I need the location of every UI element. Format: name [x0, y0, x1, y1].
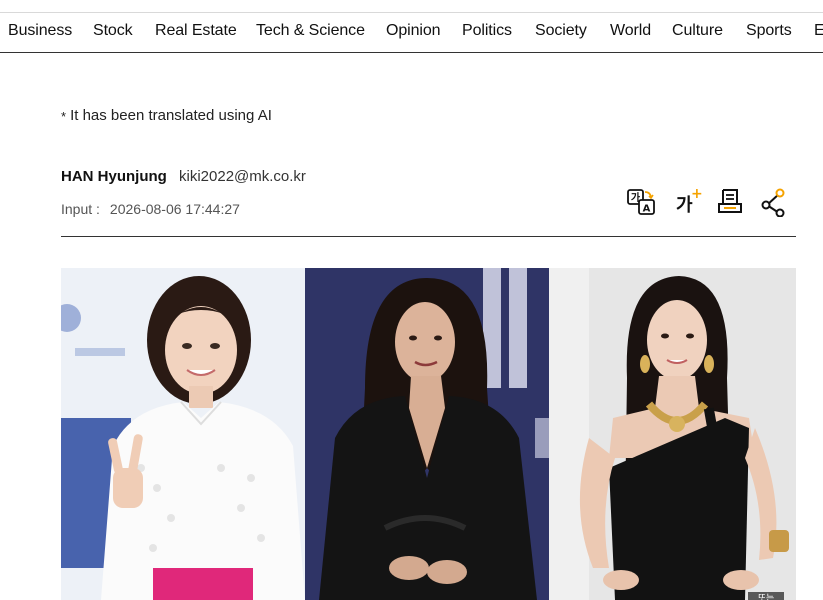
- photo-panel-center: [305, 268, 549, 600]
- print-button[interactable]: [716, 187, 746, 217]
- nav-item-world[interactable]: World: [610, 22, 651, 40]
- font-size-icon: 가 +: [676, 186, 703, 216]
- author-email[interactable]: kiki2022@mk.co.kr: [179, 168, 306, 185]
- nav-item-stock[interactable]: Stock: [93, 22, 133, 40]
- nav-item-sports[interactable]: Sports: [746, 22, 792, 40]
- share-button[interactable]: [759, 187, 789, 218]
- byline: HAN Hyunjung kiki2022@mk.co.kr: [61, 168, 306, 185]
- translate-icon-latin: A: [643, 204, 651, 215]
- publish-info: Input : 2026-08-06 17:44:27: [61, 201, 240, 217]
- publish-datetime: 2026-08-06 17:44:27: [109, 201, 240, 217]
- photo-corner-badge[interactable]: 또는: [748, 592, 784, 600]
- print-icon: [718, 189, 742, 213]
- nav-item-politics[interactable]: Politics: [462, 22, 512, 40]
- article-photo[interactable]: 또는: [61, 268, 796, 600]
- share-icon: [761, 188, 785, 218]
- nav-item-opinion[interactable]: Opinion: [386, 22, 441, 40]
- nav-item-real-estate[interactable]: Real Estate: [155, 22, 237, 40]
- font-size-button[interactable]: 가 +: [672, 186, 703, 217]
- font-size-plus: +: [691, 187, 702, 202]
- translate-icon: 가 A: [627, 189, 655, 215]
- nav-item-society[interactable]: Society: [535, 22, 587, 40]
- input-label: Input :: [61, 201, 100, 217]
- photo-left-illustration: [61, 268, 305, 600]
- nav-item-tech-science[interactable]: Tech & Science: [256, 22, 365, 40]
- author-name[interactable]: HAN Hyunjung: [61, 168, 167, 185]
- byline-divider: [61, 236, 796, 237]
- photo-center-illustration: [305, 268, 549, 600]
- nav-item-business[interactable]: Business: [8, 22, 72, 40]
- photo-panel-right: 또는: [549, 268, 796, 600]
- ai-translation-note: * It has been translated using AI: [61, 107, 272, 124]
- photo-corner-text: 또는: [757, 594, 775, 600]
- note-marker: *: [61, 109, 67, 124]
- translate-button[interactable]: 가 A: [626, 187, 656, 217]
- page: Business Stock Real Estate Tech & Scienc…: [0, 0, 823, 600]
- category-nav: Business Stock Real Estate Tech & Scienc…: [0, 12, 823, 53]
- photo-panel-left: [61, 268, 305, 600]
- ai-note-text: It has been translated using AI: [70, 107, 272, 124]
- nav-item-entertainment[interactable]: E: [814, 22, 823, 40]
- photo-right-illustration: [549, 268, 796, 600]
- nav-item-culture[interactable]: Culture: [672, 22, 723, 40]
